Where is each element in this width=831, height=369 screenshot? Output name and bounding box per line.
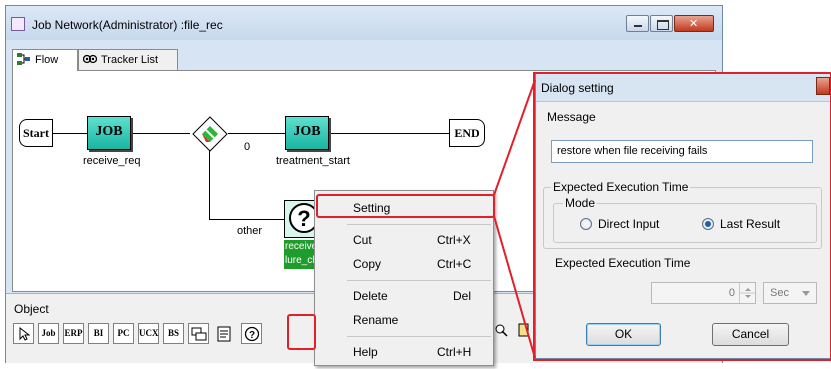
- menu-separator: [347, 224, 491, 225]
- menu-item-help[interactable]: Help Ctrl+H: [315, 341, 493, 363]
- tab-tracker-list[interactable]: Tracker List: [78, 49, 178, 70]
- start-node[interactable]: Start: [19, 119, 53, 147]
- job-node-receive-req[interactable]: JOB: [87, 116, 131, 150]
- menu-item-label: Cut: [353, 233, 372, 247]
- connector: [52, 133, 87, 134]
- tab-tracker-list-label: Tracker List: [101, 54, 159, 66]
- file-tool-icon[interactable]: [517, 322, 531, 338]
- window-title: Job Network(Administrator) :file_rec: [32, 18, 223, 32]
- job-caption: treatment_start: [276, 155, 350, 167]
- schedule-tool-button[interactable]: [213, 323, 234, 344]
- radio-last-result-label: Last Result: [720, 217, 781, 231]
- tab-flow[interactable]: Flow: [12, 49, 78, 71]
- job-caption: receive_req: [83, 155, 141, 167]
- chevron-down-icon: [802, 291, 810, 296]
- menu-separator: [347, 336, 491, 337]
- dialog-tool-button[interactable]: ?: [241, 323, 262, 344]
- svg-text:?: ?: [248, 330, 254, 341]
- tab-flow-label: Flow: [35, 54, 59, 66]
- flow-icon: [17, 53, 31, 65]
- tracker-icon: [82, 53, 98, 65]
- menu-item-shortcut: Ctrl+C: [437, 257, 472, 271]
- mode-group-label: Mode: [563, 196, 598, 210]
- pointer-tool-button[interactable]: [13, 323, 34, 344]
- window-titlebar[interactable]: Job Network(Administrator) :file_rec: [6, 6, 722, 40]
- radio-direct-input-label: Direct Input: [598, 217, 660, 231]
- setting-highlight: [316, 194, 495, 218]
- spinner-arrows[interactable]: [739, 283, 756, 303]
- dialog-title: Dialog setting: [541, 81, 614, 95]
- connector: [133, 133, 190, 134]
- radio-direct-input[interactable]: [580, 218, 592, 230]
- dialog-tool-highlight: [287, 314, 316, 350]
- connector: [331, 133, 449, 134]
- ok-button[interactable]: OK: [586, 323, 661, 346]
- close-button[interactable]: [674, 15, 714, 32]
- connector: [209, 219, 284, 220]
- branch-node[interactable]: [192, 116, 228, 152]
- menu-item-copy[interactable]: Copy Ctrl+C: [315, 253, 493, 275]
- menu-item-delete[interactable]: Delete Del: [315, 285, 493, 307]
- end-node[interactable]: END: [449, 119, 485, 147]
- execution-time-group-label: Expected Execution Time: [551, 180, 691, 194]
- menu-item-label: Rename: [353, 313, 399, 327]
- menu-item-shortcut: Del: [453, 289, 472, 303]
- cancel-button[interactable]: Cancel: [712, 323, 789, 346]
- erp-tool-button[interactable]: ERP: [63, 323, 84, 344]
- app-icon: [11, 17, 25, 31]
- job-node-treatment-start[interactable]: JOB: [285, 116, 329, 150]
- maximize-button[interactable]: [650, 15, 673, 32]
- menu-item-label: Delete: [353, 289, 388, 303]
- jobnet-icon: [191, 327, 206, 341]
- menu-item-label: Copy: [353, 257, 382, 271]
- pc-tool-button[interactable]: PC: [113, 323, 134, 344]
- branch-label-other: other: [237, 225, 263, 237]
- object-panel-label: Object: [14, 302, 49, 316]
- job-tool-button[interactable]: Job: [38, 323, 59, 344]
- branch-label-0: 0: [244, 141, 251, 153]
- radio-last-result[interactable]: [702, 218, 714, 230]
- link-tool-icon[interactable]: [495, 322, 509, 338]
- dialog-close-button[interactable]: [816, 77, 830, 95]
- execution-time-spinner[interactable]: 0: [651, 282, 756, 304]
- expected-execution-time-label: Expected Execution Time: [555, 256, 691, 270]
- menu-separator: [347, 280, 491, 281]
- time-unit-select[interactable]: Sec: [763, 282, 817, 304]
- bs-tool-button[interactable]: BS: [163, 323, 184, 344]
- message-input[interactable]: restore when file receiving fails: [551, 140, 813, 163]
- jobnet-tool-button[interactable]: [188, 323, 209, 344]
- time-unit-value: Sec: [770, 287, 789, 299]
- minimize-button[interactable]: [626, 15, 649, 32]
- ucx-tool-button[interactable]: UCX: [138, 323, 159, 344]
- menu-item-rename[interactable]: Rename: [315, 309, 493, 331]
- menu-item-shortcut: Ctrl+X: [437, 233, 471, 247]
- menu-item-label: Help: [353, 345, 378, 359]
- execution-time-value: 0: [728, 287, 735, 299]
- pointer-icon: [19, 326, 30, 341]
- menu-item-cut[interactable]: Cut Ctrl+X: [315, 229, 493, 251]
- connector: [228, 133, 285, 134]
- connector: [209, 149, 210, 219]
- question-icon: ?: [244, 326, 259, 342]
- svg-text:?: ?: [297, 206, 310, 231]
- menu-item-shortcut: Ctrl+H: [437, 345, 472, 359]
- message-label: Message: [547, 110, 596, 124]
- document-icon: [217, 326, 230, 342]
- bi-tool-button[interactable]: BI: [88, 323, 109, 344]
